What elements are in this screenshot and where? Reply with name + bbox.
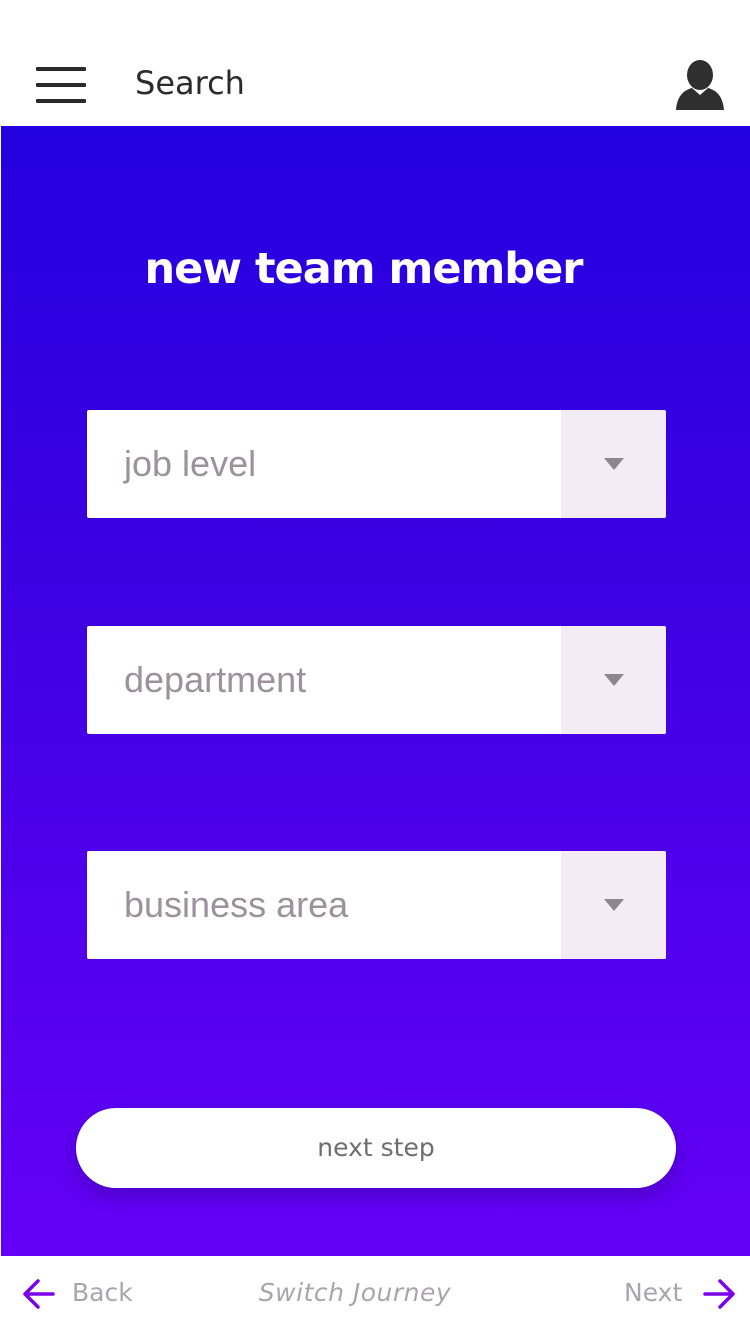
- top-bar: Search: [0, 0, 750, 126]
- page-title: new team member: [144, 244, 584, 294]
- caret-down-icon: [604, 674, 624, 686]
- user-avatar-icon[interactable]: [674, 58, 726, 112]
- job-level-select[interactable]: job level: [87, 410, 666, 518]
- switch-journey-link[interactable]: Switch Journey: [0, 1278, 710, 1307]
- caret-down-icon: [604, 458, 624, 470]
- caret-down-icon: [604, 899, 624, 911]
- department-select[interactable]: department: [87, 626, 666, 734]
- department-placeholder: department: [124, 659, 307, 700]
- business-area-placeholder: business area: [124, 884, 349, 925]
- arrow-right-icon[interactable]: [702, 1277, 736, 1311]
- department-dropdown-toggle[interactable]: [561, 626, 666, 734]
- journey-footer: Back Switch Journey Next: [0, 1256, 750, 1335]
- business-area-dropdown-toggle[interactable]: [561, 851, 666, 959]
- job-level-dropdown-toggle[interactable]: [561, 410, 666, 518]
- hamburger-menu-icon[interactable]: [36, 67, 86, 103]
- job-level-placeholder: job level: [124, 443, 257, 484]
- next-link[interactable]: Next: [624, 1278, 682, 1307]
- next-step-button[interactable]: next step: [76, 1108, 676, 1188]
- new-member-panel: new team member job level department bus…: [1, 126, 750, 1256]
- business-area-select[interactable]: business area: [87, 851, 666, 959]
- search-link[interactable]: Search: [135, 64, 245, 102]
